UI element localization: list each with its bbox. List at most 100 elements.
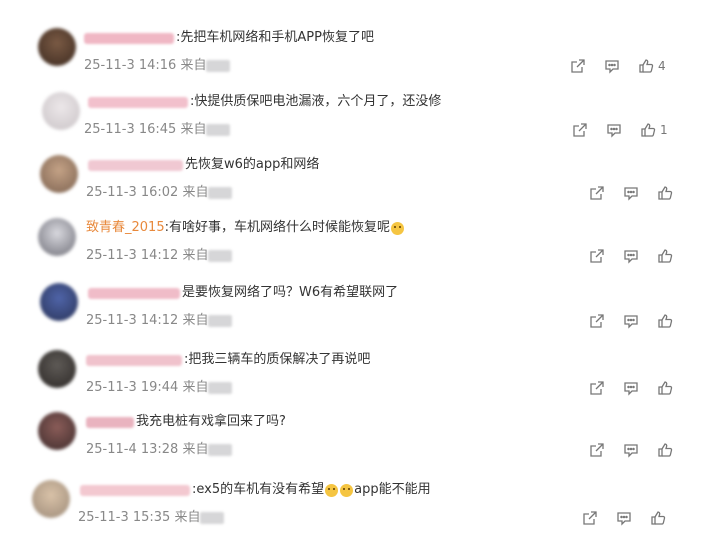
source-label: 来自: [182, 248, 209, 263]
avatar[interactable]: [38, 350, 76, 388]
share-icon[interactable]: [589, 248, 605, 264]
share-icon[interactable]: [589, 442, 605, 458]
reply-icon[interactable]: [606, 122, 622, 138]
comment-text: 先恢复w6的app和网络: [185, 157, 320, 172]
comment-text: 我充电桩有戏拿回来了吗?: [136, 414, 286, 429]
reply-icon[interactable]: [623, 442, 639, 458]
comment-meta: 25-11-3 14:12 来自: [86, 247, 233, 265]
share-icon[interactable]: [570, 58, 586, 74]
source-label: 来自: [174, 510, 201, 525]
comment-meta: 25-11-3 16:02 来自: [86, 184, 233, 202]
avatar[interactable]: [42, 92, 80, 130]
avatar[interactable]: [38, 218, 76, 256]
timestamp: 25-11-3 14:12: [86, 313, 183, 328]
comment-line: :先把车机网络和手机APP恢复了吧: [84, 29, 374, 48]
share-icon[interactable]: [582, 510, 598, 526]
comment-meta: 25-11-3 15:35 来自: [78, 509, 225, 527]
reply-icon[interactable]: [623, 248, 639, 264]
source-label: 来自: [182, 185, 209, 200]
comment-line: :把我三辆车的质保解决了再说吧: [86, 351, 370, 370]
comment-text: 是要恢复网络了吗？W6有希望联网了: [182, 285, 399, 300]
avatar[interactable]: [38, 412, 76, 450]
comment-line: :ex5的车机有没有希望 app能不能用: [80, 481, 431, 500]
like-button[interactable]: [657, 442, 673, 458]
comment-item: 致青春_2015:有啥好事，车机网络什么时候能恢复呢 25-11-3 14:12 …: [0, 218, 720, 278]
timestamp: 25-11-3 16:45: [84, 122, 181, 137]
comment-actions: [589, 248, 673, 264]
comment-actions: [589, 442, 673, 458]
comment-actions: [589, 313, 673, 329]
username-blurred[interactable]: [80, 484, 190, 496]
timestamp: 25-11-3 15:35: [78, 510, 175, 525]
comment-item: :快提供质保吧电池漏液，六个月了，还没修 25-11-3 16:45 来自 1: [0, 92, 720, 152]
share-icon[interactable]: [589, 185, 605, 201]
comment-item: :把我三辆车的质保解决了再说吧 25-11-3 19:44 来自: [0, 350, 720, 410]
source-device-blurred: [208, 381, 233, 394]
timestamp: 25-11-3 16:02: [86, 185, 183, 200]
comment-item: 先恢复w6的app和网络 25-11-3 16:02 来自: [0, 155, 720, 215]
source-label: 来自: [180, 58, 207, 73]
source-device-blurred: [208, 314, 233, 327]
reply-icon[interactable]: [623, 313, 639, 329]
reply-icon[interactable]: [604, 58, 620, 74]
comment-meta: 25-11-3 19:44 来自: [86, 379, 233, 397]
source-label: 来自: [182, 313, 209, 328]
source-device-blurred: [208, 186, 233, 199]
comment-line: 我充电桩有戏拿回来了吗?: [86, 413, 286, 432]
source-device-blurred: [208, 443, 233, 456]
username-blurred[interactable]: [88, 96, 188, 108]
comment-actions: 4: [570, 58, 666, 74]
username-blurred[interactable]: [84, 32, 174, 44]
comment-line: 致青春_2015:有啥好事，车机网络什么时候能恢复呢: [86, 219, 405, 238]
username-link[interactable]: 致青春_2015: [86, 219, 165, 237]
comment-item: :ex5的车机有没有希望 app能不能用 25-11-3 15:35 来自: [0, 480, 720, 540]
comment-actions: [589, 185, 673, 201]
source-device-blurred: [200, 511, 225, 524]
reply-icon[interactable]: [616, 510, 632, 526]
comment-item: 是要恢复网络了吗？W6有希望联网了 25-11-3 14:12 来自: [0, 283, 720, 343]
like-button[interactable]: 4: [638, 58, 666, 74]
avatar[interactable]: [40, 155, 78, 193]
share-icon[interactable]: [589, 380, 605, 396]
share-icon[interactable]: [589, 313, 605, 329]
reply-icon[interactable]: [623, 380, 639, 396]
like-count: 4: [658, 59, 666, 73]
like-button[interactable]: [657, 185, 673, 201]
timestamp: 25-11-3 14:16: [84, 58, 181, 73]
reply-icon[interactable]: [623, 185, 639, 201]
crying-emoji: [340, 483, 354, 497]
thinking-emoji: [390, 221, 404, 235]
comment-text: :先把车机网络和手机APP恢复了吧: [176, 30, 374, 45]
source-device-blurred: [206, 59, 231, 72]
comment-meta: 25-11-3 16:45 来自: [84, 121, 231, 139]
comment-line: :快提供质保吧电池漏液，六个月了，还没修: [88, 93, 441, 112]
like-button[interactable]: 1: [640, 122, 668, 138]
comment-line: 是要恢复网络了吗？W6有希望联网了: [88, 284, 398, 303]
username-blurred[interactable]: [86, 416, 134, 428]
comment-meta: 25-11-4 13:28 来自: [86, 441, 233, 459]
username-blurred[interactable]: [86, 354, 182, 366]
share-icon[interactable]: [572, 122, 588, 138]
comment-text-continued: app能不能用: [354, 482, 431, 497]
crying-emoji: [325, 483, 339, 497]
comment-text: :ex5的车机有没有希望: [192, 482, 325, 497]
comment-actions: [582, 510, 666, 526]
source-device-blurred: [206, 123, 231, 136]
comment-line: 先恢复w6的app和网络: [88, 156, 319, 175]
comment-text: :快提供质保吧电池漏液，六个月了，还没修: [190, 94, 442, 109]
avatar[interactable]: [32, 480, 70, 518]
username-blurred[interactable]: [88, 287, 180, 299]
comment-item: 我充电桩有戏拿回来了吗? 25-11-4 13:28 来自: [0, 412, 720, 472]
avatar[interactable]: [38, 28, 76, 66]
username-blurred[interactable]: [88, 159, 183, 171]
like-button[interactable]: [657, 248, 673, 264]
comment-meta: 25-11-3 14:12 来自: [86, 312, 233, 330]
comment-text: :有啥好事，车机网络什么时候能恢复呢: [164, 220, 390, 235]
like-button[interactable]: [657, 380, 673, 396]
avatar[interactable]: [40, 283, 78, 321]
comment-actions: [589, 380, 673, 396]
timestamp: 25-11-3 14:12: [86, 248, 183, 263]
like-button[interactable]: [657, 313, 673, 329]
timestamp: 25-11-4 13:28: [86, 442, 183, 457]
like-button[interactable]: [650, 510, 666, 526]
